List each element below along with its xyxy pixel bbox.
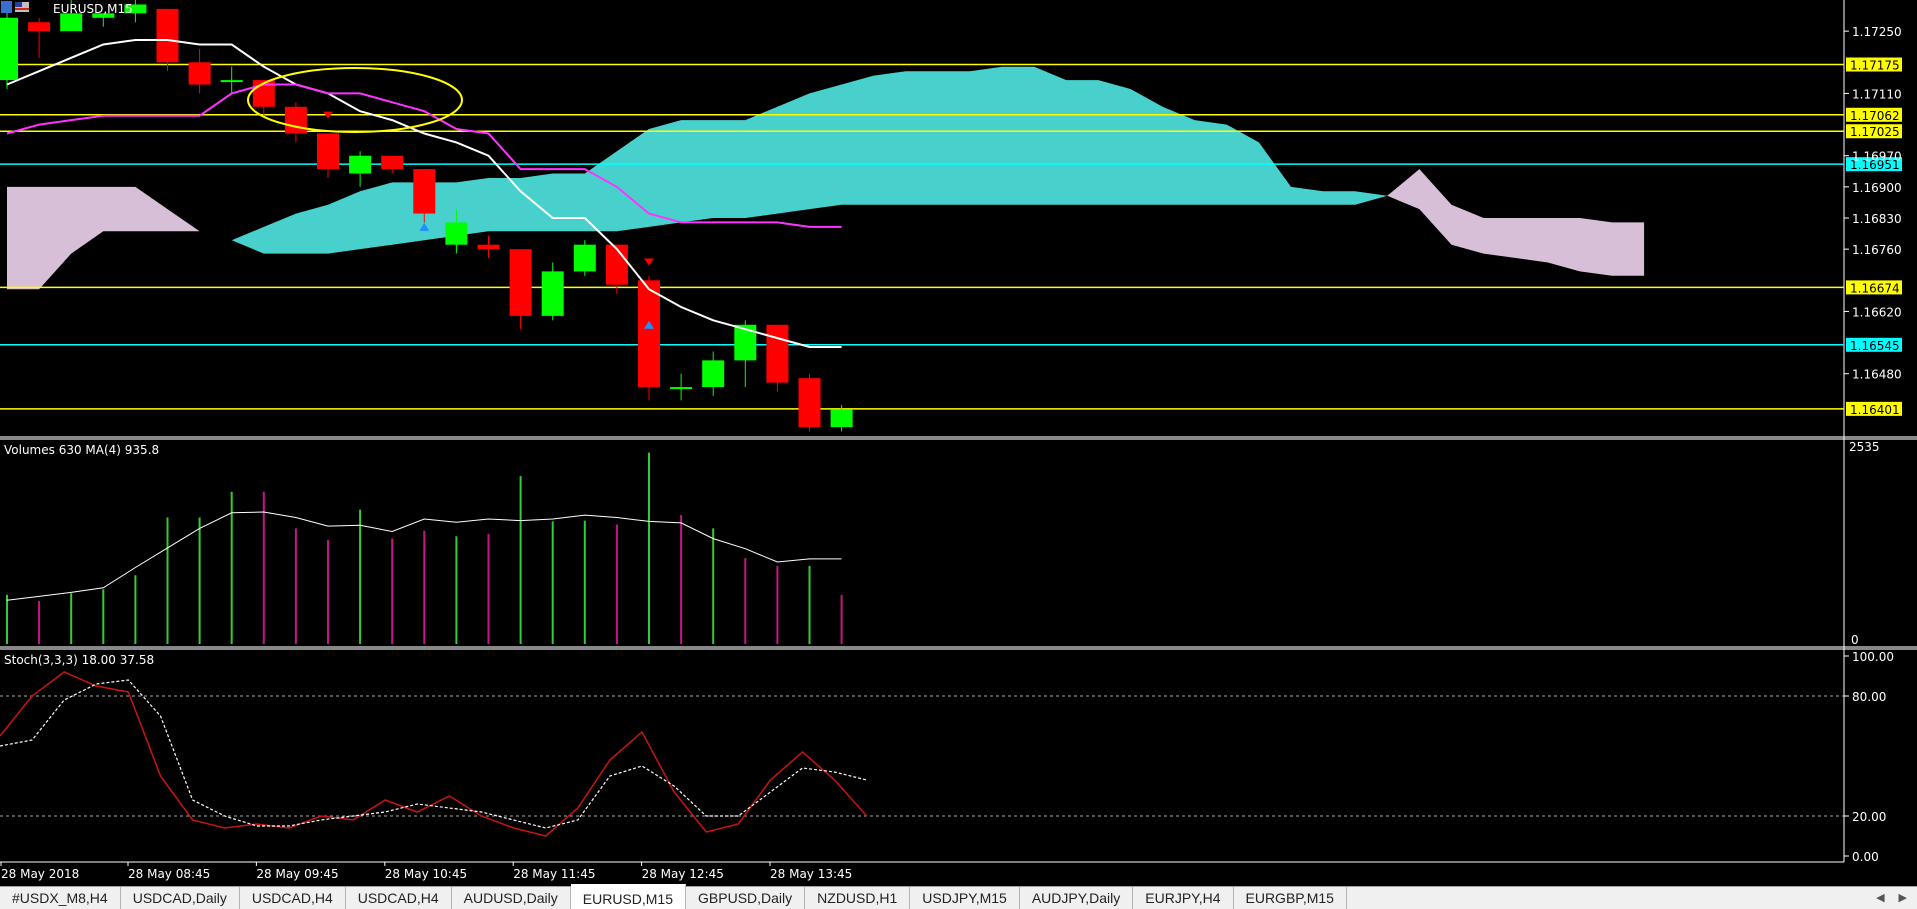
chart-tab[interactable]: EURJPY,H4 xyxy=(1133,887,1234,909)
candle-bearish[interactable] xyxy=(798,378,821,428)
candle-bearish[interactable] xyxy=(638,280,660,388)
candle-bullish[interactable] xyxy=(541,271,564,316)
stochastic-tick-label: 100.00 xyxy=(1852,650,1894,664)
price-level-tag-label: 1.17175 xyxy=(1850,59,1900,73)
candle-bearish[interactable] xyxy=(413,169,436,214)
chart-tab[interactable]: AUDUSD,Daily xyxy=(452,887,571,909)
candle-bearish[interactable] xyxy=(188,62,211,85)
chart-tab[interactable]: EURGBP,M15 xyxy=(1234,887,1347,909)
candle-bullish[interactable] xyxy=(573,244,596,272)
time-axis-label: 28 May 11:45 xyxy=(513,867,595,881)
time-axis-label: 28 May 10:45 xyxy=(385,867,467,881)
candle-bullish[interactable] xyxy=(702,360,725,388)
price-level-tag-label: 1.17062 xyxy=(1850,109,1900,123)
chart-tab[interactable]: USDCAD,Daily xyxy=(121,887,240,909)
candle-bearish[interactable] xyxy=(509,249,532,316)
candle-bullish[interactable] xyxy=(445,222,468,245)
stochastic-tick-label: 20.00 xyxy=(1852,810,1886,824)
chart-tab[interactable]: USDCAD,H4 xyxy=(240,887,346,909)
chart-symbol-title: EURUSD,M15 xyxy=(53,2,133,16)
chart-tab[interactable]: #USDX_M8,H4 xyxy=(0,887,121,909)
price-tick-label: 1.16620 xyxy=(1852,305,1902,319)
time-axis-label: 28 May 2018 xyxy=(1,867,79,881)
stochastic-tick-label: 0.00 xyxy=(1852,850,1879,864)
price-tick-label: 1.17250 xyxy=(1852,25,1902,39)
price-tick-label: 1.16760 xyxy=(1852,243,1902,257)
candle-bearish[interactable] xyxy=(156,8,179,63)
candle-bearish[interactable] xyxy=(381,155,404,170)
chart-tab[interactable]: EURUSD,M15 xyxy=(570,884,687,909)
chart-tab[interactable]: AUDJPY,Daily xyxy=(1020,887,1134,909)
candle-bullish[interactable] xyxy=(60,13,83,32)
candle-bearish[interactable] xyxy=(317,133,339,170)
price-level-tag-label: 1.17025 xyxy=(1850,125,1900,139)
price-tick-label: 1.16480 xyxy=(1852,368,1902,382)
volumes-min-label: 0 xyxy=(1851,633,1859,647)
candle-bearish[interactable] xyxy=(766,324,789,383)
candle-bullish[interactable] xyxy=(220,80,243,83)
price-level-tag-label: 1.16674 xyxy=(1850,281,1900,295)
price-level-tag-label: 1.16545 xyxy=(1850,339,1900,353)
chart-tab[interactable]: USDCAD,H4 xyxy=(346,887,452,909)
pane-separator[interactable] xyxy=(0,436,1917,440)
price-tick-label: 1.16900 xyxy=(1852,181,1902,195)
tab-scroll-arrows: ◀ ▶ xyxy=(1876,887,1917,909)
price-tick-label: 1.17110 xyxy=(1852,87,1902,101)
tab-scroll-right-icon[interactable]: ▶ xyxy=(1899,891,1907,909)
time-axis-label: 28 May 12:45 xyxy=(642,867,724,881)
chart-window-icon xyxy=(1,1,12,13)
price-tick-label: 1.16830 xyxy=(1852,212,1902,226)
candle-bearish[interactable] xyxy=(284,106,307,134)
time-axis-label: 28 May 08:45 xyxy=(128,867,210,881)
candle-bullish[interactable] xyxy=(830,409,853,428)
candle-bullish[interactable] xyxy=(349,155,372,174)
chart-tab[interactable]: NZDUSD,H1 xyxy=(805,887,911,909)
price-tick-label: 1.16970 xyxy=(1852,150,1902,164)
candle-bullish[interactable] xyxy=(670,387,693,390)
candle-bullish[interactable] xyxy=(0,17,18,81)
pane-separator[interactable] xyxy=(0,646,1917,650)
price-level-tag-label: 1.16401 xyxy=(1850,403,1900,417)
chart-tab-bar: #USDX_M8,H4 USDCAD,Daily USDCAD,H4 USDCAD,H… xyxy=(0,884,1917,909)
chart-tab[interactable]: USDJPY,M15 xyxy=(910,887,1020,909)
time-axis-label: 28 May 09:45 xyxy=(256,867,338,881)
time-axis-label: 28 May 13:45 xyxy=(770,867,852,881)
volumes-indicator-label: Volumes 630 MA(4) 935.8 xyxy=(4,443,159,457)
stochastic-tick-label: 80.00 xyxy=(1852,690,1886,704)
volumes-max-label: 2535 xyxy=(1849,440,1880,454)
chart-tab[interactable]: GBPUSD,Daily xyxy=(686,887,806,909)
chart-canvas[interactable]: 1.171751.170621.170251.169511.166741.165… xyxy=(0,0,1917,886)
stochastic-indicator-label: Stoch(3,3,3) 18.00 37.58 xyxy=(4,653,154,667)
candle-bearish[interactable] xyxy=(477,244,500,250)
tab-scroll-left-icon[interactable]: ◀ xyxy=(1876,891,1884,909)
chart-window[interactable]: 1.17175 1.17062 1.17025 1.16951 1.16674 1.165… xyxy=(0,0,1917,886)
candle-bearish[interactable] xyxy=(28,22,51,32)
